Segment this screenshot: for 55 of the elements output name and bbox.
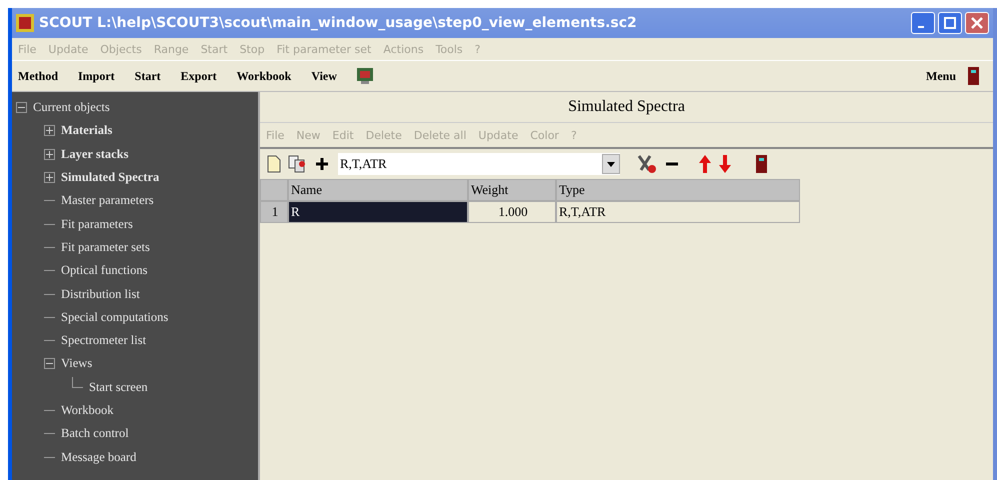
tree-item[interactable]: Workbook <box>61 403 114 418</box>
tree-item[interactable]: Layer stacks <box>61 146 128 162</box>
arrow-down-icon[interactable] <box>718 155 732 173</box>
minimize-button[interactable] <box>911 12 935 34</box>
tree-item[interactable]: Message board <box>61 450 136 465</box>
expander-icon[interactable] <box>44 148 55 160</box>
tree-item[interactable]: Fit parameter sets <box>61 240 150 255</box>
type-dropdown[interactable]: R,T,ATR <box>338 153 620 175</box>
app-icon <box>16 14 34 32</box>
toolbar-button[interactable]: Workbook <box>236 68 292 84</box>
expander-icon[interactable] <box>44 358 55 370</box>
table-cell[interactable]: 1.000 <box>468 201 556 223</box>
door-icon[interactable] <box>756 155 767 173</box>
toolbar-button[interactable]: Menu <box>926 68 956 84</box>
minimize-icon <box>918 26 924 28</box>
monitor-icon[interactable] <box>356 68 373 84</box>
column-header: Type <box>556 179 800 201</box>
arrow-up-icon[interactable] <box>698 155 712 173</box>
expander-icon[interactable] <box>44 172 55 184</box>
tree-item[interactable]: Fit parameters <box>61 216 133 232</box>
tree-item[interactable]: Current objects <box>33 100 110 116</box>
close-button[interactable] <box>965 12 989 34</box>
plus-icon[interactable] <box>314 156 330 172</box>
tree-item[interactable]: Views <box>61 356 92 372</box>
toolbar-button[interactable]: Export <box>180 68 217 84</box>
door-icon[interactable] <box>968 67 979 85</box>
tree-item[interactable]: Optical functions <box>61 263 148 278</box>
tree-item[interactable]: Start screen <box>89 380 148 395</box>
row-header: 1 <box>260 201 288 223</box>
document-icon[interactable] <box>266 155 282 173</box>
tree-item[interactable]: Simulated Spectra <box>61 170 160 186</box>
toolbar-button[interactable]: Method <box>18 68 58 84</box>
toolbar-button[interactable]: Import <box>78 68 115 84</box>
tree-item[interactable]: Special computations <box>61 310 168 325</box>
expander-icon[interactable] <box>44 125 55 136</box>
column-header: Name <box>288 179 468 201</box>
panel-title: Simulated Spectra <box>260 92 993 123</box>
tree-item[interactable]: Batch control <box>61 426 129 442</box>
column-header: Weight <box>468 179 556 201</box>
tree-item[interactable]: Spectrometer list <box>61 333 146 348</box>
tree-item[interactable]: Master parameters <box>61 193 154 208</box>
toolbar-button[interactable]: View <box>311 68 337 84</box>
expander-icon[interactable] <box>16 102 27 114</box>
tools-icon[interactable] <box>636 154 658 174</box>
toolbar-button[interactable]: Start <box>134 68 161 84</box>
table-cell[interactable]: R,T,ATR <box>556 201 800 223</box>
close-icon <box>971 17 983 29</box>
caret-icon <box>607 162 615 166</box>
maximize-button[interactable] <box>938 12 962 34</box>
maximize-icon <box>944 17 956 29</box>
tree-item[interactable]: Distribution list <box>61 286 140 302</box>
tree-item[interactable]: Materials <box>61 123 112 138</box>
table-cell[interactable]: R <box>288 201 468 223</box>
window-title: SCOUT L:\help\SCOUT3\scout\main_window_usage\step0_view_elements.sc2 <box>39 15 637 31</box>
copy-icon[interactable] <box>288 155 308 173</box>
